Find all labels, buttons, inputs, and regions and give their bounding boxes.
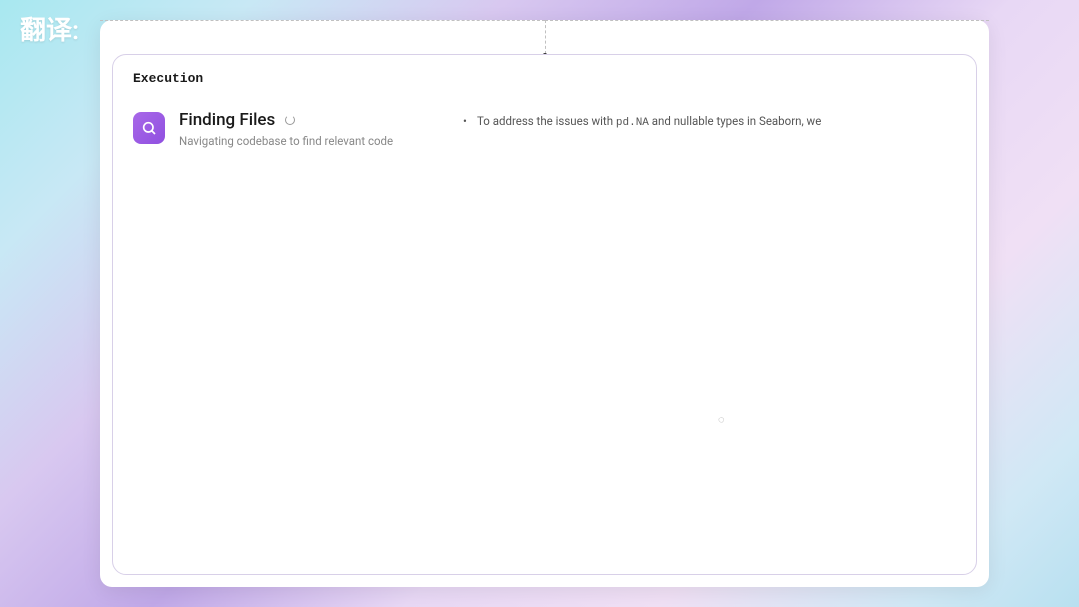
divider-left (100, 20, 545, 21)
content-row: Finding Files Navigating codebase to fin… (133, 110, 956, 148)
divider-stem (545, 20, 546, 54)
cursor-icon: ◌ (718, 413, 725, 426)
step-title-row: Finding Files (179, 110, 393, 130)
output-list: To address the issues with pd.NA and nul… (463, 112, 956, 133)
page-label: 翻译: (20, 10, 79, 47)
search-icon (133, 112, 165, 144)
divider-right (545, 20, 990, 21)
execution-panel: Execution Finding Files Navigating codeb… (112, 54, 977, 575)
step-title: Finding Files (179, 110, 275, 130)
step-subtitle: Navigating codebase to find relevant cod… (179, 134, 393, 148)
step-text: Finding Files Navigating codebase to fin… (179, 110, 393, 148)
inline-code: pd.NA (616, 117, 649, 129)
main-card: Execution Finding Files Navigating codeb… (100, 20, 989, 587)
output-section: To address the issues with pd.NA and nul… (463, 110, 956, 148)
loading-spinner-icon (285, 115, 295, 125)
step-block: Finding Files Navigating codebase to fin… (133, 110, 433, 148)
panel-title: Execution (133, 71, 956, 86)
list-item: To address the issues with pd.NA and nul… (463, 112, 956, 133)
